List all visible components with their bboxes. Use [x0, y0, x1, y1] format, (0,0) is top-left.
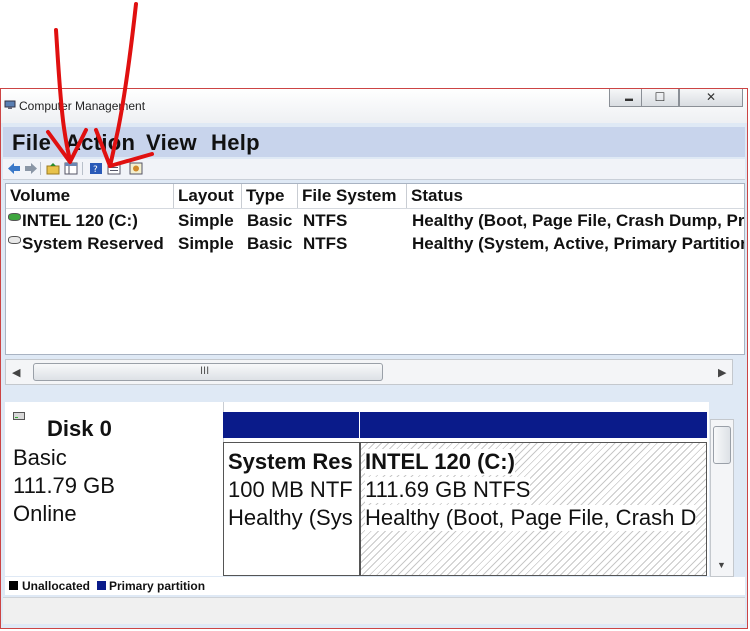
annotation-arrow-2 [108, 2, 138, 168]
annotation-arrowhead-2 [94, 128, 154, 168]
red-arrows-annotation [46, 2, 154, 168]
annotation-arrow-1 [54, 28, 72, 162]
